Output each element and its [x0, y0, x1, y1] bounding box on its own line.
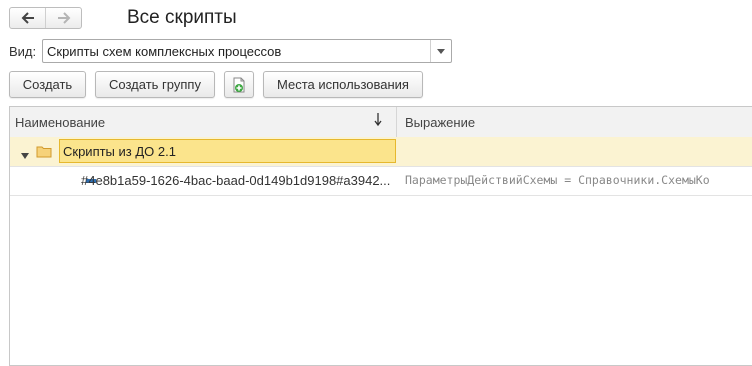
navigation-buttons — [9, 7, 82, 29]
arrow-right-icon — [57, 12, 70, 24]
view-select-value: Скрипты схем комплексных процессов — [47, 44, 282, 59]
item-name: #4e8b1a59-1626-4bac-baad-0d149b1d9198#a3… — [81, 173, 391, 188]
forward-button[interactable] — [45, 8, 81, 28]
table-row[interactable]: #4e8b1a59-1626-4bac-baad-0d149b1d9198#a3… — [10, 166, 752, 196]
column-header-name[interactable]: Наименование — [10, 107, 397, 137]
chevron-down-icon — [437, 48, 445, 54]
collapse-icon[interactable] — [21, 147, 29, 162]
view-label: Вид: — [9, 44, 37, 59]
create-group-button[interactable]: Создать группу — [95, 71, 215, 98]
page-title: Все скрипты — [127, 7, 237, 28]
arrow-left-icon — [21, 12, 34, 24]
back-button[interactable] — [10, 8, 45, 28]
item-expression: ПараметрыДействийСхемы = Справочники.Схе… — [405, 173, 710, 187]
group-name: Скрипты из ДО 2.1 — [63, 144, 176, 159]
table-row[interactable]: Скрипты из ДО 2.1 — [10, 137, 752, 167]
add-document-icon — [233, 77, 245, 92]
create-button[interactable]: Создать — [9, 71, 86, 98]
folder-icon — [36, 145, 52, 161]
column-header-label: Выражение — [405, 115, 476, 130]
scripts-table: Наименование Выражение Скрипты из ДО 2.1… — [9, 106, 752, 366]
sort-down-icon — [374, 113, 382, 130]
dropdown-button[interactable] — [430, 40, 451, 62]
view-select[interactable]: Скрипты схем комплексных процессов — [42, 39, 452, 63]
table-header: Наименование Выражение — [10, 107, 752, 138]
column-header-label: Наименование — [15, 115, 106, 130]
copy-button[interactable] — [224, 71, 254, 98]
usage-places-button[interactable]: Места использования — [263, 71, 423, 98]
